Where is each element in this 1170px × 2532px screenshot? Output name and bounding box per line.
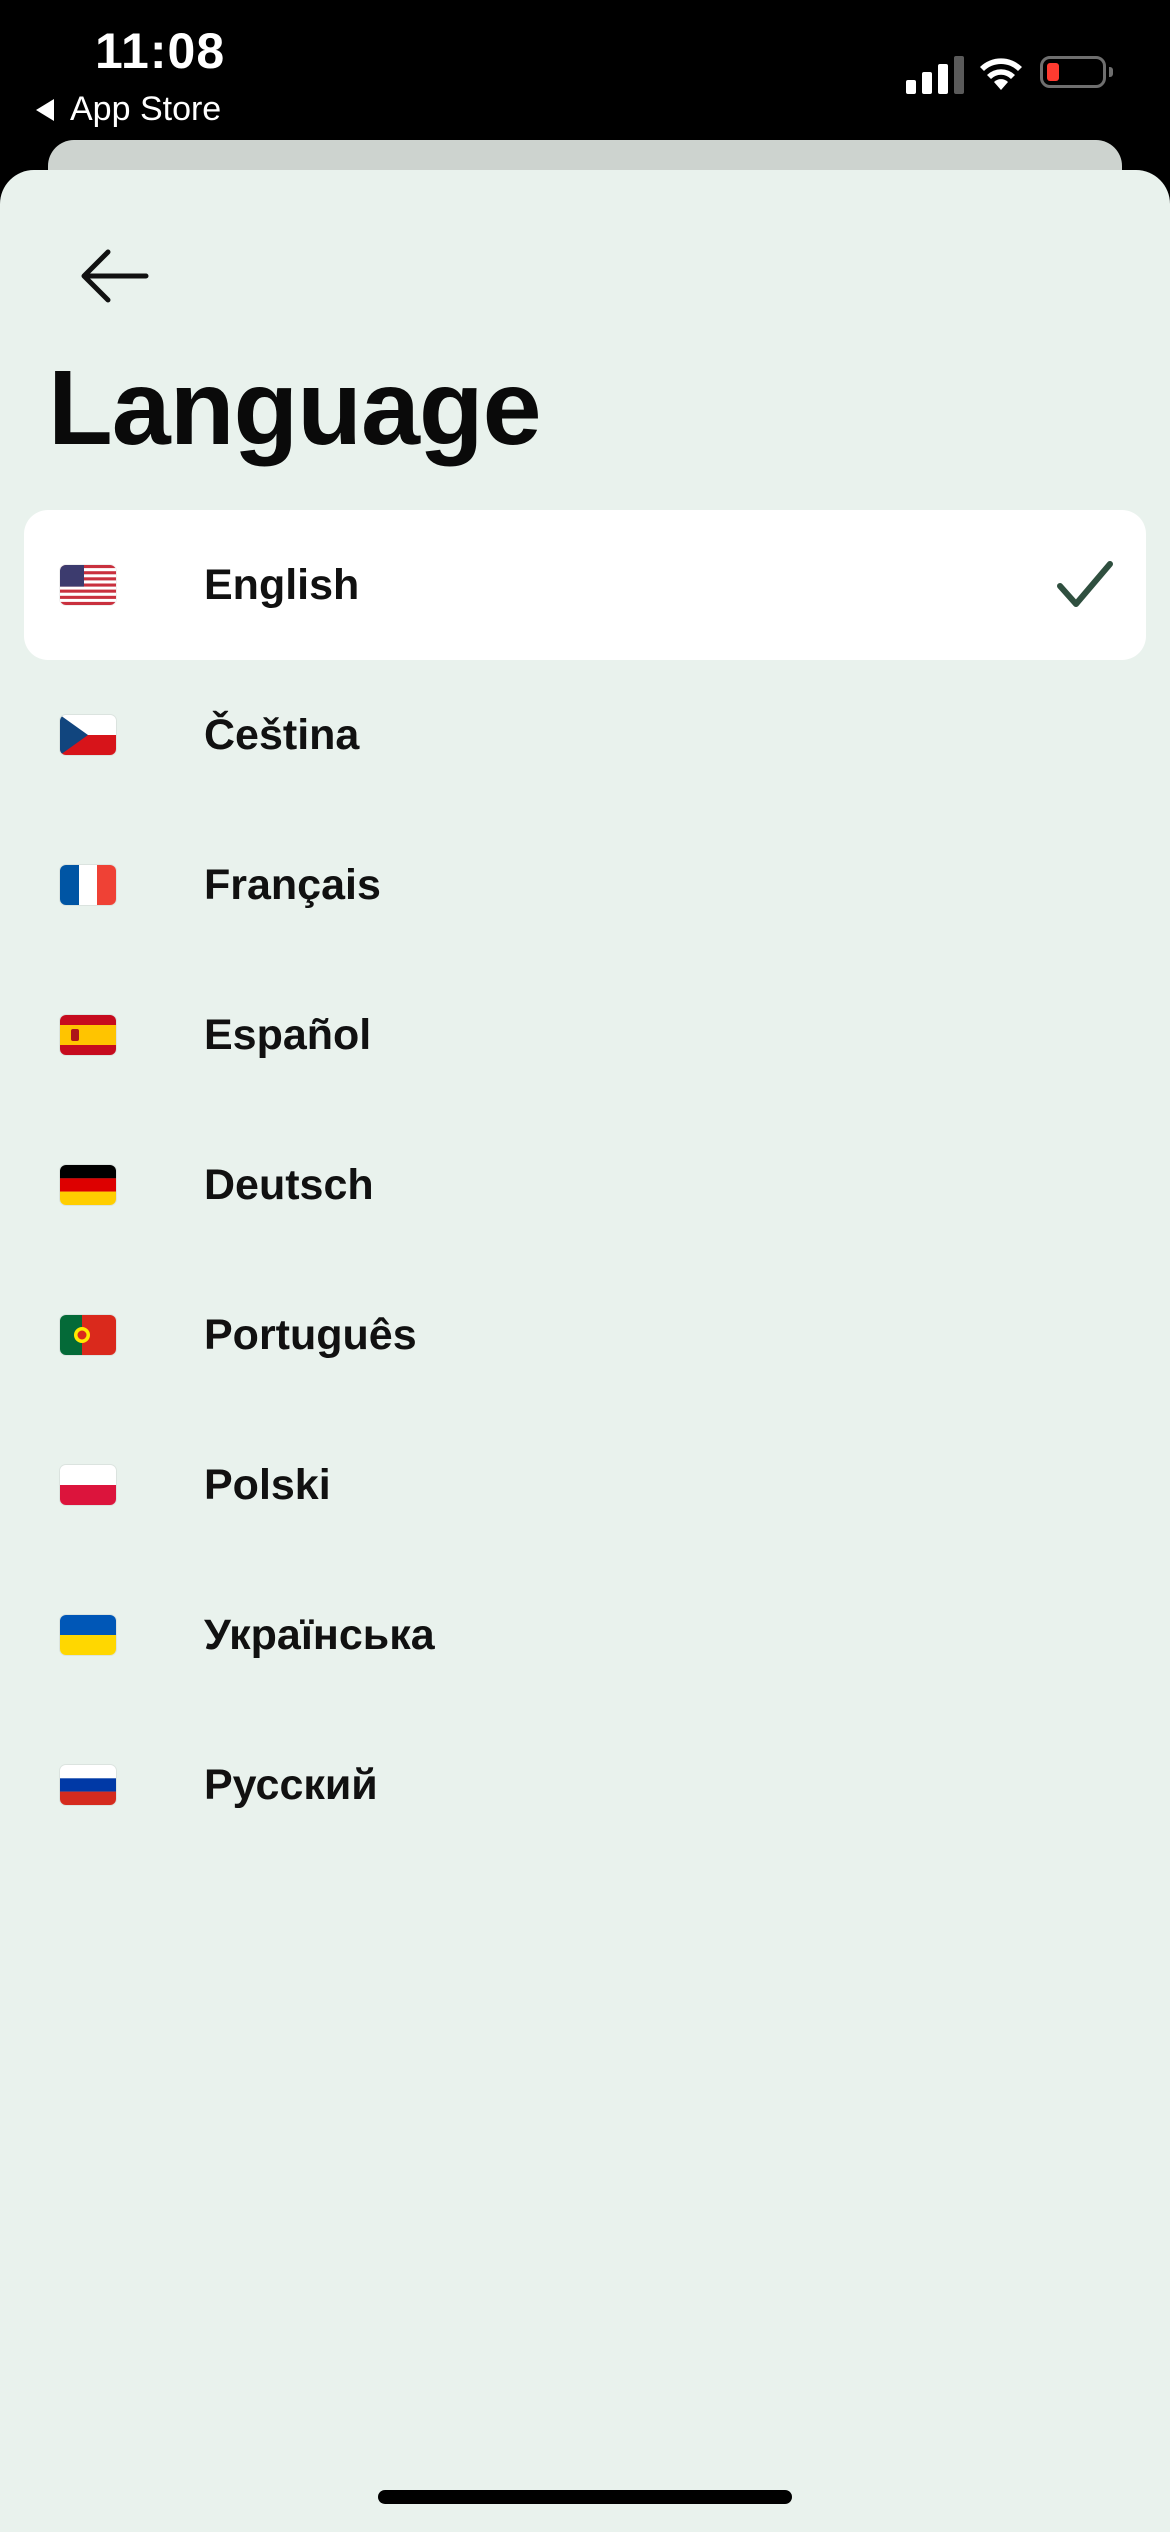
language-label: Português bbox=[204, 1310, 417, 1359]
language-sheet: Language English Čeština Français Españo… bbox=[0, 170, 1170, 2532]
language-label: Français bbox=[204, 860, 381, 909]
flag-ru-icon bbox=[60, 1765, 116, 1805]
back-app-label: App Store bbox=[70, 90, 222, 128]
back-button[interactable] bbox=[60, 222, 168, 330]
language-list: English Čeština Français Español Deutsch… bbox=[24, 510, 1146, 1860]
language-option-polish[interactable]: Polski bbox=[24, 1410, 1146, 1560]
flag-es-icon bbox=[60, 1015, 116, 1055]
language-option-ukrainian[interactable]: Українська bbox=[24, 1560, 1146, 1710]
flag-cz-icon bbox=[60, 715, 116, 755]
language-option-spanish[interactable]: Español bbox=[24, 960, 1146, 1110]
language-label: Русский bbox=[204, 1760, 378, 1809]
back-triangle-icon bbox=[36, 98, 54, 121]
language-label: English bbox=[204, 560, 360, 609]
language-option-french[interactable]: Français bbox=[24, 810, 1146, 960]
arrow-left-icon bbox=[81, 249, 149, 303]
cellular-signal-icon bbox=[906, 54, 964, 94]
language-option-portuguese[interactable]: Português bbox=[24, 1260, 1146, 1410]
flag-us-icon bbox=[60, 565, 116, 605]
flag-fr-icon bbox=[60, 865, 116, 905]
checkmark-icon bbox=[1057, 561, 1113, 607]
back-to-app-store[interactable]: App Store bbox=[36, 90, 221, 129]
page-title: Language bbox=[48, 349, 542, 467]
wifi-icon bbox=[980, 58, 1022, 90]
flag-ua-icon bbox=[60, 1615, 116, 1655]
flag-pt-icon bbox=[60, 1315, 116, 1355]
language-option-german[interactable]: Deutsch bbox=[24, 1110, 1146, 1260]
language-label: Čeština bbox=[204, 710, 360, 759]
status-bar: 11:08 App Store bbox=[0, 0, 1170, 140]
home-indicator[interactable] bbox=[378, 2490, 792, 2504]
flag-de-icon bbox=[60, 1165, 116, 1205]
language-label: Deutsch bbox=[204, 1160, 374, 1209]
status-time: 11:08 bbox=[95, 23, 226, 79]
language-option-russian[interactable]: Русский bbox=[24, 1710, 1146, 1860]
language-label: Español bbox=[204, 1010, 372, 1059]
language-label: Polski bbox=[204, 1460, 331, 1509]
language-option-czech[interactable]: Čeština bbox=[24, 660, 1146, 810]
battery-low-icon bbox=[1040, 56, 1113, 88]
language-label: Українська bbox=[204, 1610, 435, 1659]
flag-pl-icon bbox=[60, 1465, 116, 1505]
language-option-english[interactable]: English bbox=[24, 510, 1146, 660]
